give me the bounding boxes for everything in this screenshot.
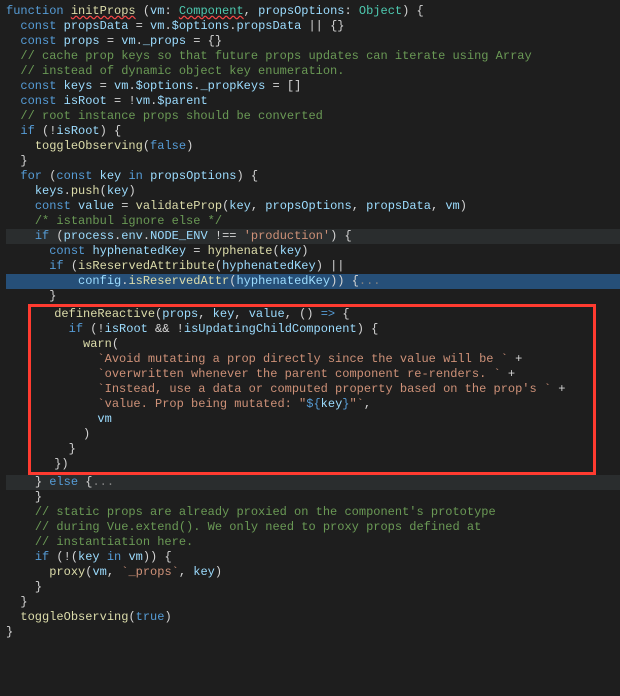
code-line: } [6,580,42,594]
code-line: if (isReservedAttribute(hyphenatedKey) |… [6,259,345,273]
fold-icon[interactable]: ... [359,274,381,288]
code-line: // static props are already proxied on t… [6,505,496,519]
code-line: if (!isRoot) { [6,124,121,138]
code-line: // instead of dynamic object key enumera… [6,64,344,78]
code-line: } else {... [6,475,620,490]
code-line: `value. Prop being mutated: "${key}"`, [6,397,596,411]
code-line: } [6,625,13,639]
code-line: }) [6,457,596,471]
code-line: const hyphenatedKey = hyphenate(key) [6,244,309,258]
code-line: if (process.env.NODE_ENV !== 'production… [6,229,620,244]
code-line: const keys = vm.$options._propKeys = [] [6,79,301,93]
code-line: // cache prop keys so that future props … [6,49,532,63]
code-line: defineReactive(props, key, value, () => … [6,307,596,321]
code-line: toggleObserving(false) [6,139,193,153]
code-line: } [6,154,28,168]
code-line: } [6,490,42,504]
code-line: const props = vm._props = {} [6,34,222,48]
code-line: } [6,442,596,456]
code-line: toggleObserving(true) [6,610,172,624]
code-line: /* istanbul ignore else */ [6,214,222,228]
code-line: vm [6,412,596,426]
code-line: if (!(key in vm)) { [6,550,172,564]
code-line: `overwritten whenever the parent compone… [6,367,596,381]
code-editor[interactable]: function initProps (vm: Component, props… [0,0,620,640]
code-line: } [6,595,28,609]
code-line: warn( [6,337,596,351]
code-line: const propsData = vm.$options.propsData … [6,19,345,33]
code-line: ) [6,427,596,441]
code-line: const isRoot = !vm.$parent [6,94,208,108]
code-line: function initProps (vm: Component, props… [6,4,424,18]
code-line: // instantiation here. [6,535,193,549]
code-line: if (!isRoot && !isUpdatingChildComponent… [6,322,596,336]
code-line: // root instance props should be convert… [6,109,323,123]
code-line: `Avoid mutating a prop directly since th… [6,352,596,366]
fold-icon[interactable]: ... [92,475,114,489]
code-line: config.isReservedAttr(hyphenatedKey)) {.… [6,274,620,289]
code-line: proxy(vm, `_props`, key) [6,565,222,579]
code-line: } [6,289,56,303]
code-line: keys.push(key) [6,184,136,198]
code-line: // during Vue.extend(). We only need to … [6,520,481,534]
code-line: for (const key in propsOptions) { [6,169,258,183]
code-line: const value = validateProp(key, propsOpt… [6,199,467,213]
code-line: `Instead, use a data or computed propert… [6,382,596,396]
